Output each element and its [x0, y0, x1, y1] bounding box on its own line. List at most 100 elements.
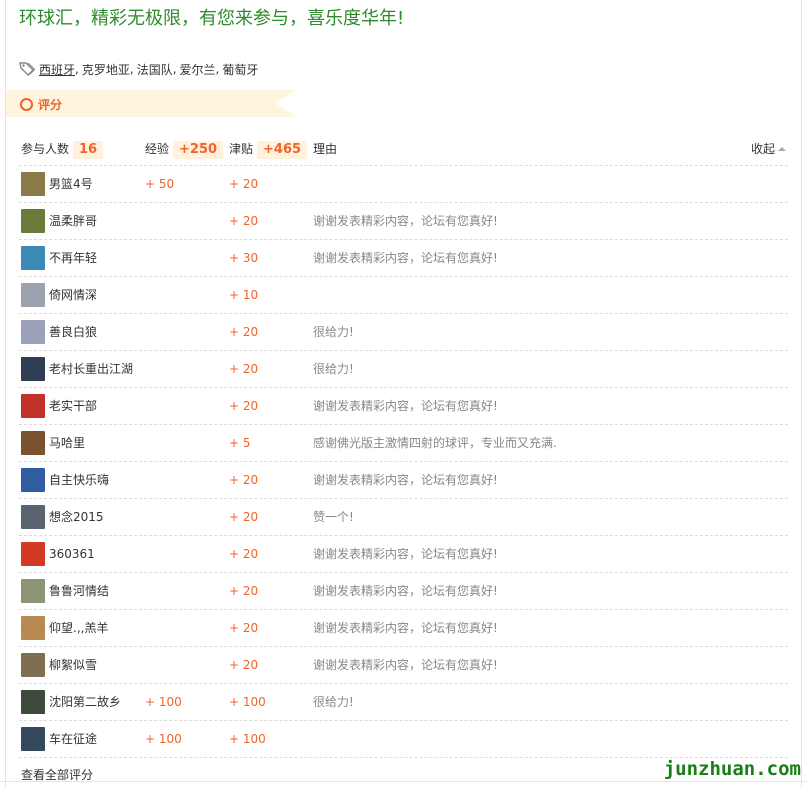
rate-exp-value: + 100: [145, 695, 182, 709]
avatar-photo-icon[interactable]: [21, 283, 45, 307]
rate-exp-value: + 50: [145, 177, 175, 191]
rate-jt-value: + 20: [229, 325, 259, 339]
rate-reason: 谢谢发表精彩内容，论坛有您真好!: [313, 547, 498, 561]
exp-header: 经验 +250: [145, 140, 224, 159]
rate-user-name[interactable]: 车在征途: [49, 721, 97, 757]
rate-row: 想念2015 + 20 赞一个!: [19, 499, 788, 536]
rate-reason: 谢谢发表精彩内容，论坛有您真好!: [313, 399, 498, 413]
tag-separator: ,: [129, 62, 134, 76]
rate-user-name[interactable]: 鲁鲁河情结: [49, 573, 109, 609]
tag-separator: ,: [172, 62, 177, 76]
participants-count: 16: [73, 141, 104, 159]
avatar-photo-icon[interactable]: [21, 320, 45, 344]
rate-user-name[interactable]: 柳絮似雪: [49, 647, 97, 683]
rate-user-name[interactable]: 自主快乐嗨: [49, 462, 109, 498]
rate-user-name[interactable]: 马哈里: [49, 425, 85, 461]
rate-jt-value: + 20: [229, 621, 259, 635]
rate-reason: 谢谢发表精彩内容，论坛有您真好!: [313, 621, 498, 635]
avatar-photo-icon[interactable]: [21, 579, 45, 603]
rate-jt-value: + 30: [229, 251, 259, 265]
tag-separator: ,: [75, 62, 79, 76]
tag-separator: ,: [215, 62, 220, 76]
rate-user-name[interactable]: 男篮4号: [49, 166, 93, 202]
rate-jt-value: + 20: [229, 658, 259, 672]
rate-jt-value: + 20: [229, 510, 259, 524]
avatar-photo-icon[interactable]: [21, 394, 45, 418]
rate-jt-value: + 100: [229, 695, 266, 709]
tag-link[interactable]: 葡萄牙: [222, 61, 258, 78]
rate-reason: 很给力!: [313, 325, 354, 339]
rate-user-name[interactable]: 温柔胖哥: [49, 203, 97, 239]
post-headline: 环球汇，精彩无极限，有您来参与，喜乐度华年!: [19, 8, 405, 29]
rate-jt-value: + 20: [229, 547, 259, 561]
rate-table: 参与人数 16 经验 +250 津贴 +465 理由 收起 男篮4号 + 50 + 20 温…: [19, 128, 788, 758]
rate-jt-value: + 20: [229, 473, 259, 487]
rate-reason: 谢谢发表精彩内容，论坛有您真好!: [313, 251, 498, 265]
rate-user-name[interactable]: 老实干部: [49, 388, 97, 424]
rate-row: 柳絮似雪 + 20 谢谢发表精彩内容，论坛有您真好!: [19, 647, 788, 684]
avatar-photo-icon[interactable]: [21, 172, 45, 196]
rate-row: 老村长重出江湖 + 20 很给力!: [19, 351, 788, 388]
rate-user-name[interactable]: 倚网情深: [49, 277, 97, 313]
rate-user-name[interactable]: 360361: [49, 536, 95, 572]
rate-row: 360361 + 20 谢谢发表精彩内容，论坛有您真好!: [19, 536, 788, 573]
rate-user-name[interactable]: 老村长重出江湖: [49, 351, 133, 387]
rate-row: 男篮4号 + 50 + 20: [19, 166, 788, 203]
tag-link[interactable]: 西班牙: [39, 61, 75, 78]
rate-user-name[interactable]: 仰望.,,羔羊: [49, 610, 108, 646]
exp-total: +250: [173, 141, 224, 159]
divider: [0, 781, 807, 782]
site-watermark: junzhuan.com: [663, 758, 801, 780]
tag-link[interactable]: 爱尔兰: [180, 61, 216, 78]
avatar-photo-icon[interactable]: [21, 690, 45, 714]
avatar-photo-icon[interactable]: [21, 727, 45, 751]
rate-reason: 谢谢发表精彩内容，论坛有您真好!: [313, 473, 498, 487]
chevron-up-icon: [778, 147, 786, 151]
avatar-photo-icon[interactable]: [21, 653, 45, 677]
avatar-photo-icon[interactable]: [21, 468, 45, 492]
exp-label: 经验: [145, 142, 170, 156]
rate-row: 鲁鲁河情结 + 20 谢谢发表精彩内容，论坛有您真好!: [19, 573, 788, 610]
rate-reason: 很给力!: [313, 362, 354, 376]
rate-user-name[interactable]: 沈阳第二故乡: [49, 684, 121, 720]
rate-jt-value: + 20: [229, 214, 259, 228]
rate-row: 善良白狼 + 20 很给力!: [19, 314, 788, 351]
rate-user-name[interactable]: 想念2015: [49, 499, 104, 535]
rate-user-name[interactable]: 善良白狼: [49, 314, 97, 350]
rate-reason: 谢谢发表精彩内容，论坛有您真好!: [313, 584, 498, 598]
rate-row: 倚网情深 + 10: [19, 277, 788, 314]
tag-link[interactable]: 克罗地亚: [82, 61, 130, 78]
avatar-photo-icon[interactable]: [21, 616, 45, 640]
rate-row: 不再年轻 + 30 谢谢发表精彩内容，论坛有您真好!: [19, 240, 788, 277]
jt-label: 津贴: [229, 142, 254, 156]
rate-reason: 赞一个!: [313, 510, 354, 524]
circle-icon: [20, 98, 33, 111]
reason-header: 理由: [313, 142, 338, 156]
rate-banner: 评分: [6, 90, 296, 117]
avatar-photo-icon[interactable]: [21, 431, 45, 455]
tag-link[interactable]: 法国队: [137, 61, 173, 78]
avatar-photo-icon[interactable]: [21, 209, 45, 233]
collapse-button[interactable]: 收起: [751, 140, 786, 157]
rate-reason: 谢谢发表精彩内容，论坛有您真好!: [313, 658, 498, 672]
avatar-photo-icon[interactable]: [21, 505, 45, 529]
participants-label: 参与人数: [21, 142, 70, 156]
tag-list: 西班牙, 克罗地亚, 法国队, 爱尔兰, 葡萄牙: [19, 60, 258, 78]
rate-jt-value: + 100: [229, 732, 266, 746]
avatar-photo-icon[interactable]: [21, 246, 45, 270]
rate-rows: 男篮4号 + 50 + 20 温柔胖哥 + 20 谢谢发表精彩内容，论坛有您真好! 不再年轻…: [19, 166, 788, 758]
rate-reason: 谢谢发表精彩内容，论坛有您真好!: [313, 214, 498, 228]
rate-row: 温柔胖哥 + 20 谢谢发表精彩内容，论坛有您真好!: [19, 203, 788, 240]
rate-jt-value: + 20: [229, 177, 259, 191]
rate-row: 马哈里 + 5 感谢佛光版主激情四射的球评，专业而又充满.: [19, 425, 788, 462]
collapse-label: 收起: [750, 142, 775, 156]
rate-jt-value: + 5: [229, 436, 251, 450]
avatar-photo-icon[interactable]: [21, 357, 45, 381]
rate-jt-value: + 20: [229, 362, 259, 376]
rate-user-name[interactable]: 不再年轻: [49, 240, 97, 276]
rate-jt-value: + 20: [229, 399, 259, 413]
rate-jt-value: + 10: [229, 288, 259, 302]
participants-header: 参与人数 16: [21, 140, 104, 159]
avatar-photo-icon[interactable]: [21, 542, 45, 566]
tag-icon: [19, 62, 35, 76]
